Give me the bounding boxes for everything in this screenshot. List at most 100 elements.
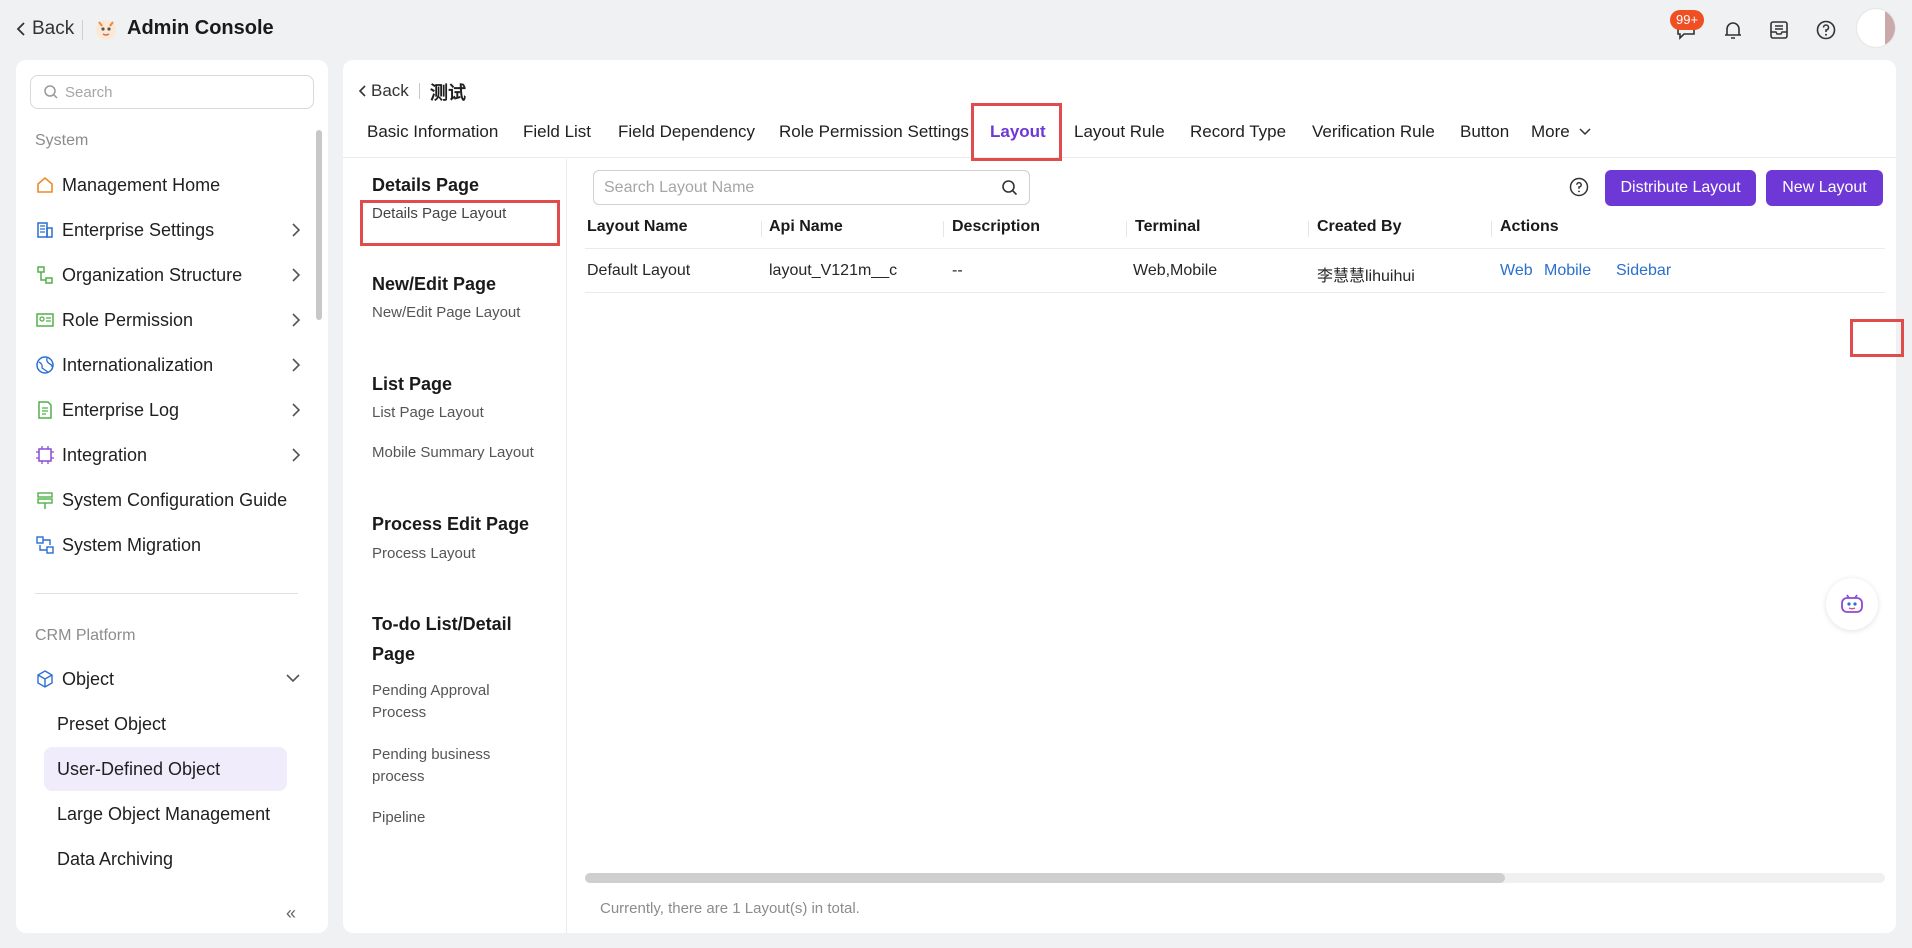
top-back-button[interactable]: Back xyxy=(16,18,74,40)
bell-icon[interactable] xyxy=(1721,18,1745,42)
nav-head-new-edit-page: New/Edit Page xyxy=(372,274,497,294)
user-avatar[interactable] xyxy=(1856,8,1896,48)
top-back-label: Back xyxy=(32,18,75,39)
nav-item-pending-business-line1[interactable]: Pending business xyxy=(372,744,490,766)
notification-badge: 99+ xyxy=(1670,10,1705,30)
tab-layout-rule[interactable]: Layout Rule xyxy=(1074,122,1165,142)
signpost-icon xyxy=(35,490,55,510)
tab-verification-rule[interactable]: Verification Rule xyxy=(1312,122,1435,142)
log-icon xyxy=(35,400,55,420)
col-actions: Actions xyxy=(1500,218,1559,235)
nav-item-pending-business-line2[interactable]: process xyxy=(372,766,425,788)
cell-created-by: 李慧慧lihuihui xyxy=(1317,268,1415,285)
sidebar-item-enterprise-log[interactable]: Enterprise Log xyxy=(35,390,301,430)
sidebar-item-label: Management Home xyxy=(62,174,221,195)
column-divider[interactable] xyxy=(761,221,762,237)
sidebar-item-integration[interactable]: Integration xyxy=(35,435,301,475)
column-divider[interactable] xyxy=(1308,221,1309,237)
sidebar-item-object[interactable]: Object xyxy=(35,659,301,699)
sidebar-sub-preset-object[interactable]: Preset Object xyxy=(44,702,287,746)
object-back-button[interactable]: Back xyxy=(358,81,409,101)
distribute-layout-button[interactable]: Distribute Layout xyxy=(1605,170,1756,206)
nav-item-process-layout[interactable]: Process Layout xyxy=(372,543,475,565)
nav-item-pending-approval-line2[interactable]: Process xyxy=(372,702,426,724)
top-divider xyxy=(82,20,83,40)
tab-role-permission-settings[interactable]: Role Permission Settings xyxy=(779,122,969,142)
chevron-right-icon xyxy=(292,223,301,237)
sidebar-item-label: Organization Structure xyxy=(62,264,243,285)
id-card-icon xyxy=(35,310,55,330)
sidebar-search-input[interactable]: Search xyxy=(30,75,314,109)
chevron-right-icon xyxy=(292,358,301,372)
chevron-left-icon xyxy=(16,22,25,36)
sidebar-item-management-home[interactable]: Management Home xyxy=(35,165,301,205)
sidebar-item-role-permission[interactable]: Role Permission xyxy=(35,300,301,340)
sidebar-scrollbar[interactable] xyxy=(316,130,322,320)
nav-item-pending-approval-line1[interactable]: Pending Approval xyxy=(372,680,490,702)
col-created-by: Created By xyxy=(1317,218,1402,235)
sidebar-item-label: System Migration xyxy=(62,534,202,555)
sidebar-item-system-migration[interactable]: System Migration xyxy=(35,525,301,565)
layout-search-input[interactable]: Search Layout Name xyxy=(593,170,1030,205)
sidebar-sub-data-archiving[interactable]: Data Archiving xyxy=(44,837,287,881)
nav-item-mobile-summary-layout[interactable]: Mobile Summary Layout xyxy=(372,442,534,464)
column-divider[interactable] xyxy=(1491,221,1492,237)
nav-item-new-edit-page-layout[interactable]: New/Edit Page Layout xyxy=(372,302,520,324)
migrate-icon xyxy=(35,535,55,555)
cube-icon xyxy=(35,669,55,689)
sidebar-item-label: Object xyxy=(62,668,115,689)
sidebar-item-label: Enterprise Log xyxy=(62,399,180,420)
column-divider[interactable] xyxy=(1126,221,1127,237)
action-sidebar-link[interactable]: Sidebar xyxy=(1616,262,1671,280)
sidebar-item-system-configuration-guide[interactable]: System Configuration Guide xyxy=(35,480,301,520)
new-layout-button[interactable]: New Layout xyxy=(1766,170,1883,206)
column-divider[interactable] xyxy=(943,221,944,237)
app-logo-icon xyxy=(93,16,119,42)
highlight-layout-tab xyxy=(971,103,1062,161)
tab-record-type[interactable]: Record Type xyxy=(1190,122,1286,142)
sidebar-item-organization-structure[interactable]: Organization Structure xyxy=(35,255,301,295)
chevron-right-icon xyxy=(292,448,301,462)
home-icon xyxy=(35,175,55,195)
object-title: 测试 xyxy=(430,83,466,103)
nav-item-list-page-layout[interactable]: List Page Layout xyxy=(372,402,484,424)
collapse-sidebar-icon[interactable]: « xyxy=(286,903,296,924)
nav-item-pipeline[interactable]: Pipeline xyxy=(372,807,425,829)
tab-more[interactable]: More xyxy=(1531,122,1592,142)
section-crm-label: CRM Platform xyxy=(35,627,136,644)
sidebar-item-label: Enterprise Settings xyxy=(62,219,215,240)
assistant-bot-icon[interactable] xyxy=(1826,578,1878,630)
layout-type-nav: Details Page Details Page Layout New/Edi… xyxy=(343,159,567,933)
tab-field-dependency[interactable]: Field Dependency xyxy=(618,122,755,142)
sidebar-item-enterprise-settings[interactable]: Enterprise Settings xyxy=(35,210,301,250)
globe-icon xyxy=(35,355,55,375)
tab-basic-information[interactable]: Basic Information xyxy=(367,122,498,142)
chevron-right-icon xyxy=(292,313,301,327)
nav-head-details-page: Details Page xyxy=(372,175,480,195)
building-icon xyxy=(35,220,55,240)
chevron-right-icon xyxy=(292,403,301,417)
scrollbar-thumb[interactable] xyxy=(585,873,1505,883)
tab-field-list[interactable]: Field List xyxy=(523,122,591,142)
inbox-icon[interactable] xyxy=(1767,18,1791,42)
sidebar: Search System Management Home Enterprise… xyxy=(16,60,328,933)
layout-search-placeholder: Search Layout Name xyxy=(604,178,755,196)
layout-help-icon[interactable] xyxy=(1569,177,1589,197)
col-description: Description xyxy=(952,218,1041,235)
sidebar-item-label: Role Permission xyxy=(62,309,194,330)
object-back-label: Back xyxy=(371,81,409,100)
sidebar-sub-user-defined-object[interactable]: User-Defined Object xyxy=(44,747,287,791)
sidebar-item-internationalization[interactable]: Internationalization xyxy=(35,345,301,385)
table-horizontal-scrollbar[interactable] xyxy=(585,873,1885,883)
table-header: Layout Name Api Name Description Termina… xyxy=(585,207,1885,249)
action-web-link[interactable]: Web xyxy=(1500,262,1533,280)
action-mobile-link[interactable]: Mobile xyxy=(1544,262,1591,280)
sidebar-sub-large-object-management[interactable]: Large Object Management xyxy=(44,792,287,836)
sidebar-divider xyxy=(35,593,298,594)
nav-head-process-edit-page: Process Edit Page xyxy=(372,514,530,534)
object-tabs: Basic Information Field List Field Depen… xyxy=(343,120,1896,158)
tab-button[interactable]: Button xyxy=(1460,122,1509,142)
help-icon[interactable] xyxy=(1814,18,1838,42)
chevron-left-icon xyxy=(358,85,366,97)
chip-icon xyxy=(35,445,55,465)
